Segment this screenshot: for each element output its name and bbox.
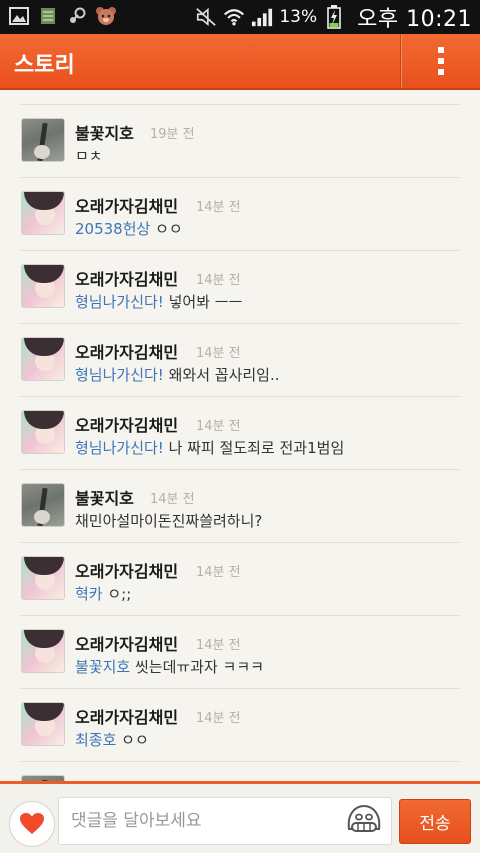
image-icon: [8, 6, 30, 26]
comment-author[interactable]: 오래가자김채민: [75, 339, 178, 363]
signal-icon: [251, 7, 273, 27]
comment-author[interactable]: 오래가자김채민: [75, 412, 178, 436]
comment-author[interactable]: 오래가자김채민: [75, 704, 178, 728]
avatar[interactable]: [21, 337, 65, 381]
wifi-icon: [223, 7, 245, 27]
comment-body: 채민아설마이돈진짜쓸려하니?: [75, 512, 263, 530]
comment-item-partial: [0, 762, 480, 781]
comment-time: 14분 전: [196, 565, 241, 580]
avatar[interactable]: [21, 629, 65, 673]
like-button[interactable]: [9, 801, 55, 847]
comment-list[interactable]: 불꽃지호 19분 전 ㅁㅊ 오래가자김채민 14분 전 20538헌상 ㅇㅇ 오…: [0, 92, 480, 781]
mention-link[interactable]: 혁카: [75, 585, 103, 603]
comment-text: 혁카 ㅇ;;: [75, 583, 131, 604]
avatar[interactable]: [21, 483, 65, 527]
overflow-menu-icon: [437, 47, 444, 53]
comment-text: 채민아설마이돈진짜쓸려하니?: [75, 510, 262, 531]
system-indicators: 13% 오후 10:21: [195, 0, 472, 34]
comment-body: ㅇㅇ: [116, 731, 149, 749]
comment-body: 왜와서 꼽사리임..: [163, 366, 280, 384]
battery-charging-icon: [323, 5, 345, 29]
comment-item: 오래가자김채민 14분 전 20538헌상 ㅇㅇ: [0, 178, 480, 251]
comment-time: 19분 전: [150, 127, 195, 142]
comment-body: 넣어봐 ㅡㅡ: [163, 293, 243, 311]
comment-body: 씻는데ㅠ과자 ㅋㅋㅋ: [130, 658, 264, 676]
comment-text: ㅁㅊ: [75, 145, 103, 166]
comment-author[interactable]: 오래가자김채민: [75, 631, 178, 655]
bear-icon: [95, 6, 117, 26]
comment-author[interactable]: 불꽃지호: [75, 485, 134, 509]
comment-input-bar: 전송: [0, 781, 480, 853]
comment-body: ㅇㅇ: [150, 220, 183, 238]
heart-icon: [20, 813, 44, 834]
comment-text: 형님나가신다! 넣어봐 ㅡㅡ: [75, 291, 242, 312]
avatar[interactable]: [21, 264, 65, 308]
comment-item: 오래가자김채민 14분 전 혁카 ㅇ;;: [0, 543, 480, 616]
mention-link[interactable]: 형님나가신다!: [75, 293, 164, 311]
comment-body: 나 짜피 절도죄로 전과1범임: [163, 439, 345, 457]
comment-item: 불꽃지호 19분 전 ㅁㅊ: [0, 105, 480, 178]
send-button[interactable]: 전송: [399, 799, 471, 844]
app-header: 스토리: [0, 34, 480, 90]
comment-time: 14분 전: [196, 419, 241, 434]
status-bar: 13% 오후 10:21: [0, 0, 480, 34]
mention-link[interactable]: 형님나가신다!: [75, 439, 164, 457]
comment-body: ㅁㅊ: [75, 147, 103, 165]
overflow-menu-icon-dot: [437, 69, 444, 75]
comment-item: 오래가자김채민 14분 전 형님나가신다! 왜와서 꼽사리임..: [0, 324, 480, 397]
comment-text: 불꽃지호 씻는데ㅠ과자 ㅋㅋㅋ: [75, 656, 264, 677]
avatar[interactable]: [21, 191, 65, 235]
comment-item: 오래가자김채민 14분 전 최종호 ㅇㅇ: [0, 689, 480, 762]
comment-text: 최종호 ㅇㅇ: [75, 729, 149, 750]
page-title: 스토리: [14, 53, 75, 78]
comment-item: 오래가자김채민 14분 전 불꽃지호 씻는데ㅠ과자 ㅋㅋㅋ: [0, 616, 480, 689]
comment-text: 형님나가신다! 나 짜피 절도죄로 전과1범임: [75, 437, 344, 458]
comment-author[interactable]: 오래가자김채민: [75, 266, 178, 290]
comment-time: 14분 전: [196, 346, 241, 361]
battery-percent: 13%: [279, 7, 318, 27]
comment-time: 14분 전: [196, 200, 241, 215]
overflow-menu-button[interactable]: [401, 34, 480, 88]
comment-body: ㅇ;;: [102, 585, 132, 603]
avatar[interactable]: [21, 410, 65, 454]
mention-link[interactable]: 형님나가신다!: [75, 366, 164, 384]
avatar[interactable]: [21, 556, 65, 600]
comment-text: 형님나가신다! 왜와서 꼽사리임..: [75, 364, 280, 385]
comment-time: 14분 전: [150, 492, 195, 507]
sd-card-icon: [37, 6, 59, 26]
emoticon-button[interactable]: [344, 803, 384, 839]
comment-time: 14분 전: [196, 273, 241, 288]
mention-link[interactable]: 불꽃지호: [75, 658, 130, 676]
comment-item: 오래가자김채민 14분 전 형님나가신다! 나 짜피 절도죄로 전과1범임: [0, 397, 480, 470]
comment-item: 오래가자김채민 14분 전 형님나가신다! 넣어봐 ㅡㅡ: [0, 251, 480, 324]
avatar[interactable]: [21, 702, 65, 746]
comment-item: 불꽃지호 14분 전 채민아설마이돈진짜쓸려하니?: [0, 470, 480, 543]
emoticon-icon: [347, 804, 381, 832]
comment-text: 20538헌상 ㅇㅇ: [75, 218, 183, 239]
comment-time: 14분 전: [196, 638, 241, 653]
mute-icon: [195, 7, 217, 27]
overflow-menu-icon-dot: [437, 58, 444, 64]
comment-author[interactable]: 오래가자김채민: [75, 558, 178, 582]
mention-link[interactable]: 20538헌상: [75, 220, 150, 238]
steam-icon: [66, 6, 88, 26]
avatar[interactable]: [21, 118, 65, 162]
comment-author[interactable]: 불꽃지호: [75, 120, 134, 144]
comment-input[interactable]: [58, 797, 392, 845]
mention-link[interactable]: 최종호: [75, 731, 116, 749]
notification-icons: [8, 6, 117, 26]
comment-time: 14분 전: [196, 711, 241, 726]
comment-author[interactable]: 오래가자김채민: [75, 193, 178, 217]
clock: 오후 10:21: [357, 7, 472, 32]
